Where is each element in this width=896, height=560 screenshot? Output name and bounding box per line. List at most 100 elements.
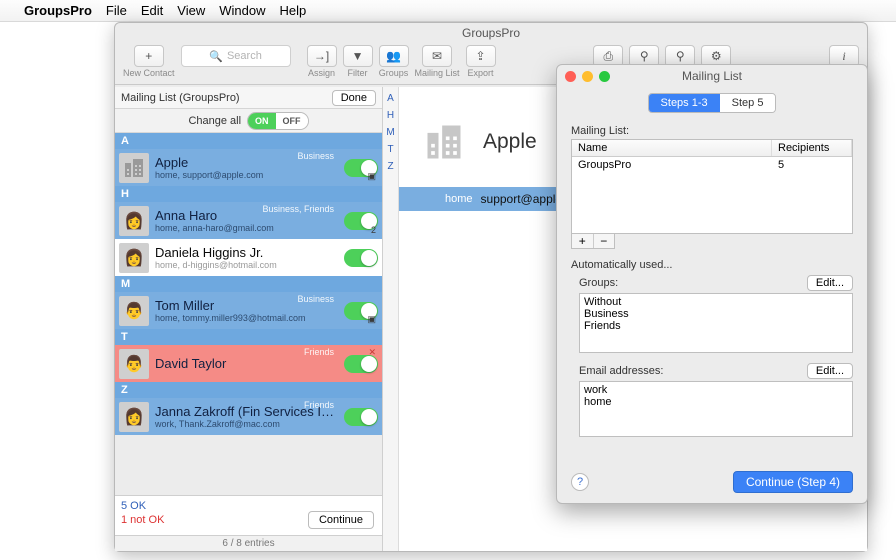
- add-button[interactable]: +: [572, 234, 594, 248]
- assign-label: Assign: [308, 68, 335, 78]
- card-title: Apple: [483, 130, 537, 154]
- seg-on[interactable]: ON: [248, 113, 276, 129]
- th-name: Name: [572, 140, 772, 156]
- include-toggle[interactable]: [344, 249, 378, 267]
- groups-label: Groups:: [579, 277, 618, 289]
- contact-sub: work, Thank.Zakroff@mac.com: [155, 419, 340, 429]
- menu-view[interactable]: View: [177, 3, 205, 18]
- th-recipients: Recipients: [772, 140, 852, 156]
- plus-icon: +: [134, 45, 164, 67]
- section-h: H: [115, 186, 382, 202]
- index-z[interactable]: Z: [387, 161, 393, 172]
- contact-row[interactable]: 👨 David Taylor Friends ✕: [115, 345, 382, 382]
- contact-row[interactable]: 👨 Tom Millerhome, tommy.miller993@hotmai…: [115, 292, 382, 329]
- change-all-label: Change all: [188, 115, 241, 127]
- avatar: 👩: [119, 206, 149, 236]
- mailing-list-label: Mailing List:: [571, 125, 853, 137]
- minimize-icon[interactable]: [582, 71, 593, 82]
- list-footer: 5 OK 1 not OK Continue: [115, 495, 382, 535]
- remove-button[interactable]: −: [594, 234, 615, 248]
- avatar: 👨: [119, 349, 149, 379]
- help-button[interactable]: ?: [571, 473, 589, 491]
- index-t[interactable]: T: [387, 144, 393, 155]
- edit-groups-button[interactable]: Edit...: [807, 275, 853, 291]
- groups-button[interactable]: 👥Groups: [379, 45, 409, 78]
- section-z: Z: [115, 382, 382, 398]
- change-all-segmented[interactable]: ON OFF: [247, 112, 309, 130]
- contact-row[interactable]: 👩 Janna Zakroff (Fin Services Inc.)work,…: [115, 398, 382, 435]
- filter-button[interactable]: ▼Filter: [343, 45, 373, 78]
- mailing-list-table[interactable]: NameRecipients GroupsPro5: [571, 139, 853, 234]
- app-menu[interactable]: GroupsPro: [24, 3, 92, 18]
- search-icon: 🔍: [209, 50, 223, 63]
- list-item[interactable]: work: [584, 384, 848, 396]
- traffic-lights: [565, 71, 610, 82]
- contact-tags: Business: [297, 151, 334, 161]
- contact-sub: home, support@apple.com: [155, 170, 340, 180]
- edit-emails-button[interactable]: Edit...: [807, 363, 853, 379]
- menu-window[interactable]: Window: [219, 3, 265, 18]
- group-indicator-icon: ▣: [367, 314, 376, 325]
- steps-segmented[interactable]: Steps 1-3 Step 5: [648, 93, 777, 113]
- index-h[interactable]: H: [387, 110, 394, 121]
- building-icon: [119, 153, 149, 183]
- avatar: 👩: [119, 243, 149, 273]
- table-row-recipients: 5: [772, 157, 852, 173]
- include-toggle[interactable]: [344, 408, 378, 426]
- index-m[interactable]: M: [386, 127, 394, 138]
- menu-edit[interactable]: Edit: [141, 3, 163, 18]
- menubar: GroupsPro File Edit View Window Help: [0, 0, 896, 22]
- search-field[interactable]: 🔍Search: [181, 45, 291, 78]
- close-icon[interactable]: [565, 71, 576, 82]
- auto-used-label: Automatically used...: [571, 259, 853, 271]
- menu-help[interactable]: Help: [279, 3, 306, 18]
- mailing-label: Mailing List: [415, 68, 460, 78]
- menu-file[interactable]: File: [106, 3, 127, 18]
- contact-row[interactable]: 👩 Daniela Higgins Jr.home, d-higgins@hot…: [115, 239, 382, 276]
- contacts-pane: Mailing List (GroupsPro) Done Change all…: [115, 87, 383, 551]
- contact-tags: Business: [297, 294, 334, 304]
- list-item[interactable]: Without: [584, 296, 848, 308]
- emails-label: Email addresses:: [579, 365, 663, 377]
- section-a: A: [115, 133, 382, 149]
- continue-button[interactable]: Continue: [308, 511, 374, 529]
- error-x-icon: ✕: [368, 347, 376, 358]
- mailing-header: Mailing List (GroupsPro): [121, 92, 240, 104]
- contact-tags: Business, Friends: [262, 204, 334, 214]
- email-label: home: [445, 193, 473, 205]
- list-item[interactable]: Business: [584, 308, 848, 320]
- group-indicator-icon: ▣: [367, 171, 376, 182]
- table-row-name: GroupsPro: [572, 157, 772, 173]
- continue-step4-button[interactable]: Continue (Step 4): [733, 471, 853, 493]
- steps-1-3[interactable]: Steps 1-3: [649, 94, 720, 112]
- list-item[interactable]: Friends: [584, 320, 848, 332]
- list-item[interactable]: home: [584, 396, 848, 408]
- export-button[interactable]: ⇪Export: [466, 45, 496, 78]
- step-5[interactable]: Step 5: [720, 94, 776, 112]
- assign-button[interactable]: →]Assign: [307, 45, 337, 78]
- contact-tags: Friends: [304, 400, 334, 410]
- emails-listbox[interactable]: work home: [579, 381, 853, 437]
- contact-sub: home, anna-haro@gmail.com: [155, 223, 340, 233]
- export-label: Export: [468, 68, 494, 78]
- groups-listbox[interactable]: Without Business Friends: [579, 293, 853, 353]
- contact-row[interactable]: 👩 Anna Harohome, anna-haro@gmail.com Bus…: [115, 202, 382, 239]
- index-a[interactable]: A: [387, 93, 394, 104]
- contact-row[interactable]: Applehome, support@apple.com Business ▣: [115, 149, 382, 186]
- done-button[interactable]: Done: [332, 90, 376, 106]
- filter-icon: ▼: [343, 45, 373, 67]
- section-t: T: [115, 329, 382, 345]
- new-contact-button[interactable]: + New Contact: [123, 45, 175, 78]
- entries-count: 6 / 8 entries: [115, 535, 382, 551]
- mailing-list-button[interactable]: ✉Mailing List: [415, 45, 460, 78]
- envelope-icon: ✉: [422, 45, 452, 67]
- assign-icon: →]: [307, 45, 337, 67]
- groups-label: Groups: [379, 68, 409, 78]
- seg-off[interactable]: OFF: [276, 113, 308, 129]
- zoom-icon[interactable]: [599, 71, 610, 82]
- filter-label: Filter: [348, 68, 368, 78]
- avatar: 👩: [119, 402, 149, 432]
- contact-sub: home, d-higgins@hotmail.com: [155, 260, 340, 270]
- count-badge: 2: [371, 225, 376, 235]
- section-m: M: [115, 276, 382, 292]
